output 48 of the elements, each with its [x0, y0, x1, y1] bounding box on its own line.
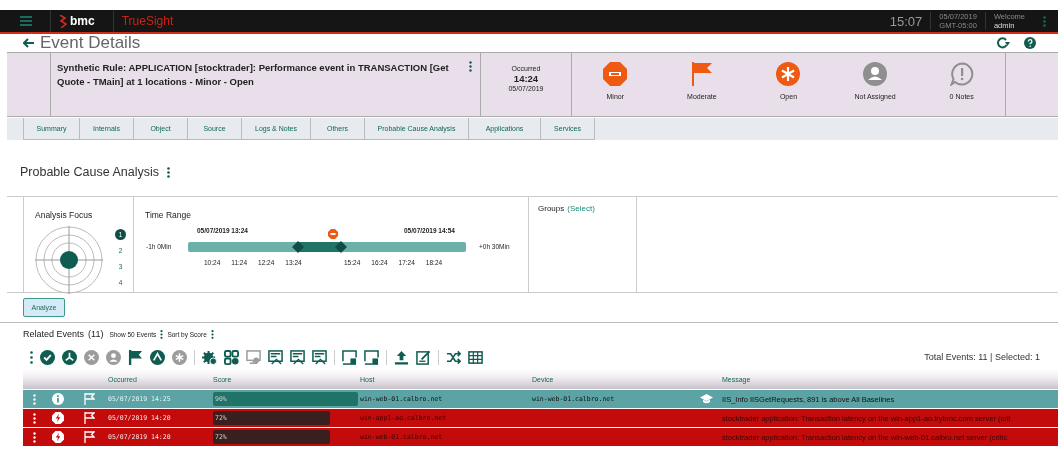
flag-icon[interactable] — [128, 349, 143, 365]
more-icon[interactable] — [167, 166, 170, 178]
more-icon[interactable] — [32, 412, 36, 424]
more-icon[interactable] — [469, 61, 472, 72]
product-name: TrueSight — [121, 14, 174, 28]
more-icon[interactable] — [160, 329, 164, 339]
flag-icon[interactable] — [83, 431, 95, 443]
lightning-icon — [51, 412, 64, 424]
brand-logo: bmc — [70, 14, 95, 28]
info-icon — [51, 393, 64, 405]
slider-handle[interactable] — [335, 241, 347, 253]
event-title: Synthetic Rule: APPLICATION [stocktrader]: Performance event in TRANSACTION [Get Quote - TMain] at 1 locations - Minor - Open — [57, 61, 450, 89]
report-icon[interactable] — [312, 349, 327, 365]
flag-icon[interactable] — [83, 412, 95, 424]
slider-handle[interactable] — [292, 241, 304, 253]
related-events-count: (11) — [88, 329, 104, 339]
link-icon[interactable] — [224, 349, 239, 365]
more-icon[interactable] — [32, 431, 36, 443]
totals-text: Total Events: 11 | Selected: 1 — [924, 352, 1040, 362]
check-icon[interactable] — [40, 349, 55, 365]
clock-time: 15:07 — [889, 13, 923, 29]
screen-icon[interactable] — [364, 349, 379, 365]
help-icon[interactable] — [1024, 37, 1036, 49]
select-link[interactable]: (Select) — [567, 204, 595, 213]
menu-icon[interactable] — [20, 16, 32, 26]
logo-icon — [59, 14, 67, 28]
related-events-title: Related Events — [23, 329, 85, 339]
screen-icon[interactable] — [342, 349, 357, 365]
upload-icon[interactable] — [394, 349, 409, 365]
table-icon[interactable] — [468, 349, 483, 365]
more-icon[interactable] — [210, 329, 214, 339]
section-title: Probable Cause Analysis — [20, 165, 159, 179]
edit-icon[interactable] — [416, 349, 431, 365]
time-range-title: Time Range — [145, 210, 191, 220]
analysis-focus-title: Analysis Focus — [35, 210, 93, 220]
groups-label: Groups — [538, 204, 565, 213]
report-icon[interactable] — [268, 349, 283, 365]
lightning-icon — [51, 431, 64, 443]
report-icon[interactable] — [290, 349, 305, 365]
page-title: Event Details — [40, 34, 141, 52]
shuffle-icon[interactable] — [446, 349, 461, 365]
refresh-icon[interactable] — [997, 37, 1010, 49]
back-arrow-icon[interactable] — [23, 38, 34, 48]
gear-icon[interactable] — [202, 349, 217, 365]
target-icon — [35, 226, 103, 294]
occurred-time: 14:24 — [513, 73, 539, 84]
more-icon[interactable] — [30, 350, 33, 364]
event-marker-icon — [328, 229, 338, 239]
